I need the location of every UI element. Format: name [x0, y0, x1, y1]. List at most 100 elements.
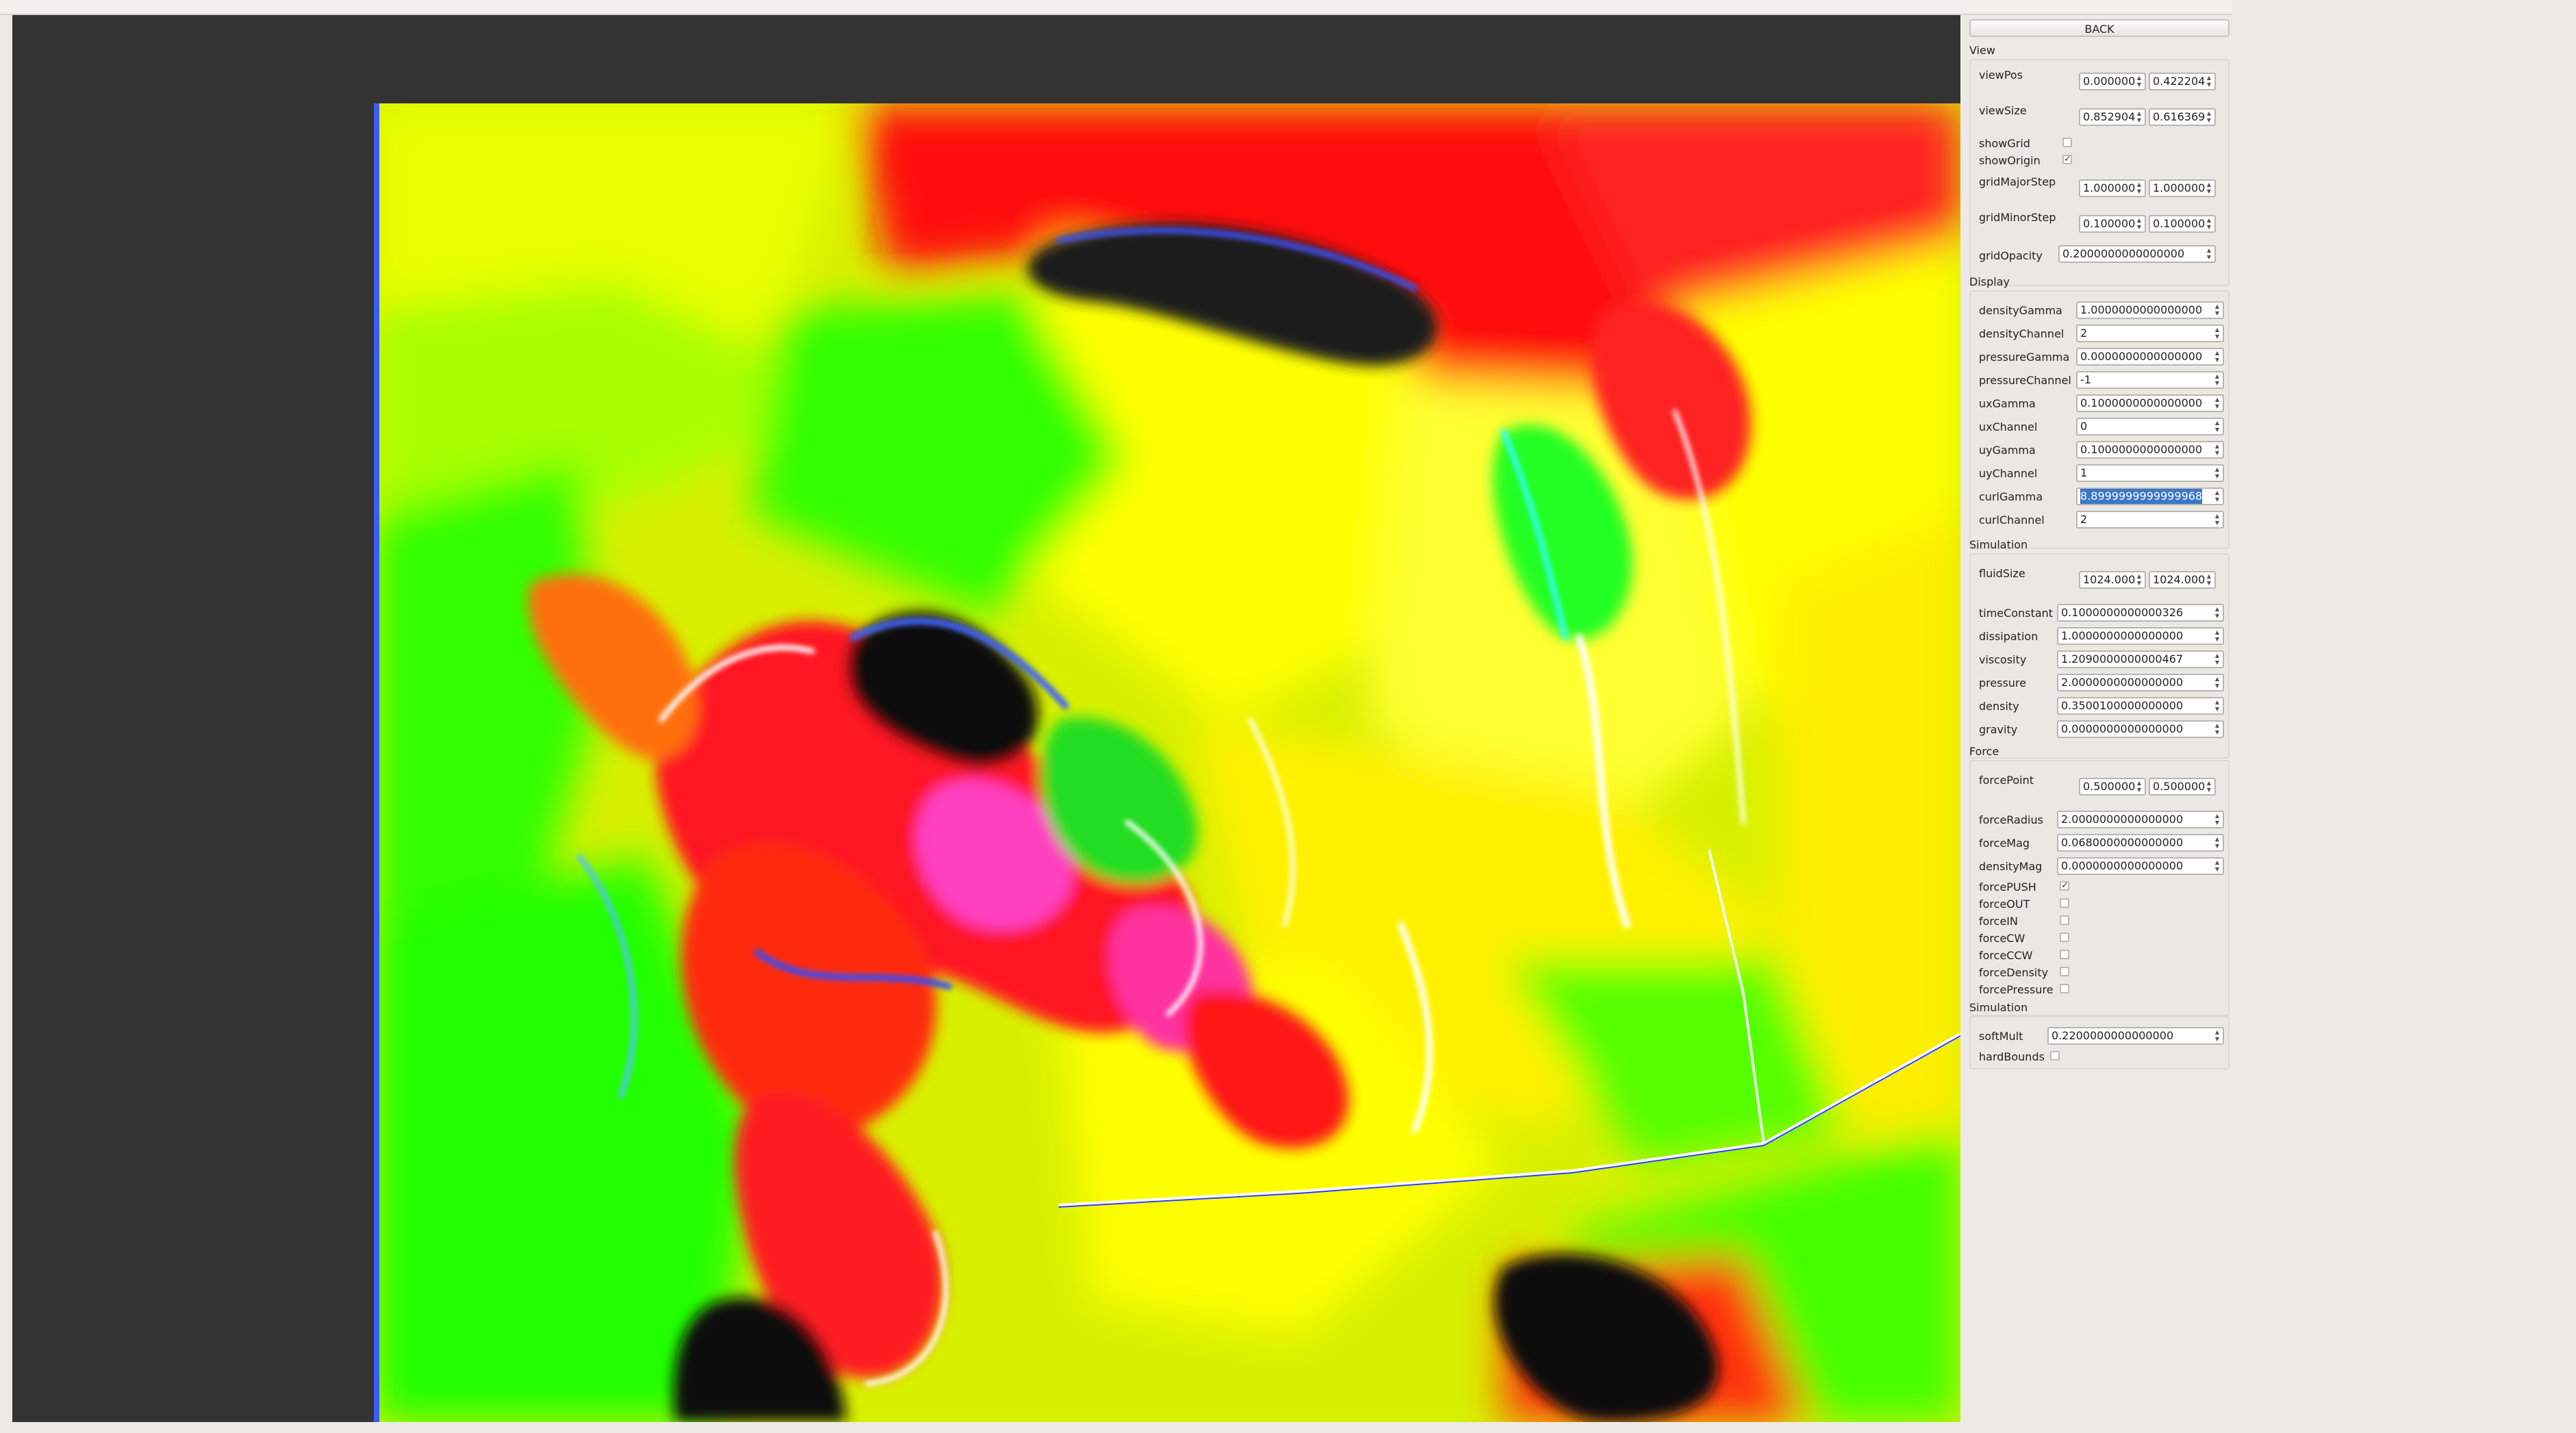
spin-up-down-icon[interactable]: ▲ ▼	[2213, 420, 2221, 433]
forceradius-spinbox[interactable]: 2.0000000000000000 ▲ ▼	[2057, 811, 2224, 828]
back-button[interactable]: BACK	[1969, 19, 2230, 37]
forceccw-checkbox[interactable]	[2060, 950, 2069, 959]
spin-up-down-icon[interactable]: ▲ ▼	[2213, 490, 2221, 503]
spin-up-down-icon[interactable]: ▲ ▼	[2213, 836, 2221, 850]
dissipation-label: dissipation	[1979, 630, 2038, 643]
spin-up-down-icon[interactable]: ▲ ▼	[2213, 676, 2221, 689]
showorigin-checkbox[interactable]: ✓	[2062, 155, 2072, 164]
uychannel-spinbox[interactable]: 1 ▲ ▼	[2076, 464, 2224, 482]
fluidsize-y-spinbox[interactable]: 1024.000 ▲ ▼	[2149, 571, 2216, 589]
forcemag-spinbox[interactable]: 0.0680000000000000 ▲ ▼	[2057, 834, 2224, 852]
spin-up-down-icon[interactable]: ▲ ▼	[2213, 859, 2221, 873]
fluid-viewport[interactable]	[12, 15, 1960, 1422]
timeconstant-value: 0.1000000000000326	[2061, 606, 2184, 619]
spin-up-down-icon[interactable]: ▲ ▼	[2205, 217, 2213, 231]
gravity-spinbox[interactable]: 0.0000000000000000 ▲ ▼	[2057, 720, 2224, 738]
forcepressure-checkbox[interactable]	[2060, 984, 2069, 993]
uxgamma-value: 0.1000000000000000	[2080, 396, 2203, 409]
spin-up-down-icon[interactable]: ▲ ▼	[2213, 303, 2221, 317]
spin-up-down-icon[interactable]: ▲ ▼	[2213, 652, 2221, 666]
viscosity-spinbox[interactable]: 1.2090000000000467 ▲ ▼	[2057, 650, 2224, 668]
spin-up-down-icon[interactable]: ▲ ▼	[2135, 181, 2143, 195]
showgrid-checkbox[interactable]	[2062, 138, 2072, 147]
forcein-checkbox[interactable]	[2060, 915, 2069, 925]
spin-up-down-icon[interactable]: ▲ ▼	[2135, 110, 2143, 124]
uygamma-value: 0.1000000000000000	[2080, 443, 2203, 456]
viewsize-label: viewSize	[1979, 104, 2027, 117]
spin-up-down-icon[interactable]: ▲ ▼	[2213, 327, 2221, 340]
spin-up-down-icon[interactable]: ▲ ▼	[2213, 396, 2221, 410]
spin-up-down-icon[interactable]: ▲ ▼	[2213, 350, 2221, 364]
hardbounds-checkbox[interactable]	[2050, 1051, 2060, 1061]
forcepoint-x-spinbox[interactable]: 0.500000 ▲ ▼	[2079, 778, 2146, 796]
pressure-spinbox[interactable]: 2.0000000000000000 ▲ ▼	[2057, 674, 2224, 692]
uxchannel-label: uxChannel	[1979, 420, 2038, 433]
uxchannel-spinbox[interactable]: 0 ▲ ▼	[2076, 418, 2224, 435]
pressurechannel-spinbox[interactable]: -1 ▲ ▼	[2076, 371, 2224, 389]
spin-up-down-icon[interactable]: ▲ ▼	[2213, 606, 2221, 620]
viewsize-x-spinbox[interactable]: 0.852904 ▲ ▼	[2079, 108, 2146, 126]
spin-up-down-icon[interactable]: ▲ ▼	[2135, 780, 2143, 794]
density-spinbox[interactable]: 0.3500100000000000 ▲ ▼	[2057, 697, 2224, 715]
spin-up-down-icon[interactable]: ▲ ▼	[2205, 247, 2213, 261]
softmult-spinbox[interactable]: 0.2200000000000000 ▲ ▼	[2047, 1027, 2224, 1045]
spin-up-down-icon[interactable]: ▲ ▼	[2205, 780, 2213, 794]
gridminorstep-x-value: 0.100000	[2083, 217, 2136, 230]
viewpos-y-spinbox[interactable]: 0.422204 ▲ ▼	[2149, 73, 2216, 90]
spin-up-down-icon[interactable]: ▲ ▼	[2213, 443, 2221, 457]
spin-up-down-icon[interactable]: ▲ ▼	[2213, 722, 2221, 736]
densitychannel-spinbox[interactable]: 2 ▲ ▼	[2076, 325, 2224, 342]
spin-up-down-icon[interactable]: ▲ ▼	[2205, 75, 2213, 88]
densitygamma-spinbox[interactable]: 1.0000000000000000 ▲ ▼	[2076, 301, 2224, 319]
forcepush-checkbox[interactable]: ✓	[2060, 881, 2069, 891]
uxgamma-spinbox[interactable]: 0.1000000000000000 ▲ ▼	[2076, 394, 2224, 412]
spin-up-down-icon[interactable]: ▲ ▼	[2213, 813, 2221, 826]
forcedensity-checkbox[interactable]	[2060, 967, 2069, 976]
forcepoint-y-spinbox[interactable]: 0.500000 ▲ ▼	[2149, 778, 2216, 796]
gridopacity-spinbox[interactable]: 0.2000000000000000 ▲ ▼	[2058, 245, 2216, 263]
forceradius-label: forceRadius	[1979, 813, 2043, 826]
pressuregamma-spinbox[interactable]: 0.0000000000000000 ▲ ▼	[2076, 348, 2224, 366]
spin-up-down-icon[interactable]: ▲ ▼	[2135, 217, 2143, 231]
gridmajorstep-x-spinbox[interactable]: 1.000000 ▲ ▼	[2079, 179, 2146, 197]
spin-up-down-icon[interactable]: ▲ ▼	[2213, 699, 2221, 713]
view-section-title: View	[1969, 44, 1995, 57]
fluidsize-label: fluidSize	[1979, 567, 2025, 580]
spin-up-down-icon[interactable]: ▲ ▼	[2213, 1029, 2221, 1043]
gridminorstep-x-spinbox[interactable]: 0.100000 ▲ ▼	[2079, 215, 2146, 233]
display-group: densityGamma 1.0000000000000000 ▲ ▼ densit…	[1969, 290, 2230, 549]
spin-up-down-icon[interactable]: ▲ ▼	[2213, 513, 2221, 527]
gridopacity-value: 0.2000000000000000	[2062, 247, 2185, 260]
viewpos-x-spinbox[interactable]: 0.000000 ▲ ▼	[2079, 73, 2146, 90]
fluidsize-x-spinbox[interactable]: 1024.000 ▲ ▼	[2079, 571, 2146, 589]
gridmajorstep-y-spinbox[interactable]: 1.000000 ▲ ▼	[2149, 179, 2216, 197]
softmult-value: 0.2200000000000000	[2051, 1029, 2174, 1042]
spin-up-down-icon[interactable]: ▲ ▼	[2213, 629, 2221, 643]
curlchannel-spinbox[interactable]: 2 ▲ ▼	[2076, 511, 2224, 529]
spin-up-down-icon[interactable]: ▲ ▼	[2205, 181, 2213, 195]
force-group: forcePoint 0.500000 ▲ ▼ 0.500000 ▲ ▼ forceRa…	[1969, 760, 2230, 1016]
densitymag-spinbox[interactable]: 0.0000000000000000 ▲ ▼	[2057, 857, 2224, 875]
pressurechannel-label: pressureChannel	[1979, 374, 2071, 387]
curlgamma-spinbox[interactable]: 8.8999999999999968 ▲ ▼	[2076, 487, 2224, 505]
spin-up-down-icon[interactable]: ▲ ▼	[2135, 573, 2143, 587]
viewsize-y-spinbox[interactable]: 0.616369 ▲ ▼	[2149, 108, 2216, 126]
spin-up-down-icon[interactable]: ▲ ▼	[2205, 110, 2213, 124]
spin-up-down-icon[interactable]: ▲ ▼	[2213, 466, 2221, 480]
forceradius-value: 2.0000000000000000	[2061, 813, 2184, 826]
spin-up-down-icon[interactable]: ▲ ▼	[2135, 75, 2143, 88]
spin-up-down-icon[interactable]: ▲ ▼	[2213, 373, 2221, 387]
gridmajorstep-label: gridMajorStep	[1979, 175, 2056, 188]
uygamma-spinbox[interactable]: 0.1000000000000000 ▲ ▼	[2076, 441, 2224, 459]
spin-up-down-icon[interactable]: ▲ ▼	[2205, 573, 2213, 587]
gridminorstep-y-spinbox[interactable]: 0.100000 ▲ ▼	[2149, 215, 2216, 233]
viscosity-label: viscosity	[1979, 653, 2027, 666]
dissipation-spinbox[interactable]: 1.0000000000000000 ▲ ▼	[2057, 627, 2224, 645]
densitychannel-value: 2	[2080, 327, 2088, 340]
control-panel: BACK View viewPos 0.000000 ▲ ▼ 0.422204 ▲ ▼ …	[1967, 19, 2232, 1416]
fluid-render-canvas[interactable]	[374, 103, 1960, 1422]
timeconstant-spinbox[interactable]: 0.1000000000000326 ▲ ▼	[2057, 604, 2224, 622]
gridmajorstep-y-value: 1.000000	[2153, 181, 2206, 194]
forcecw-checkbox[interactable]	[2060, 933, 2069, 942]
forceout-checkbox[interactable]	[2060, 898, 2069, 908]
